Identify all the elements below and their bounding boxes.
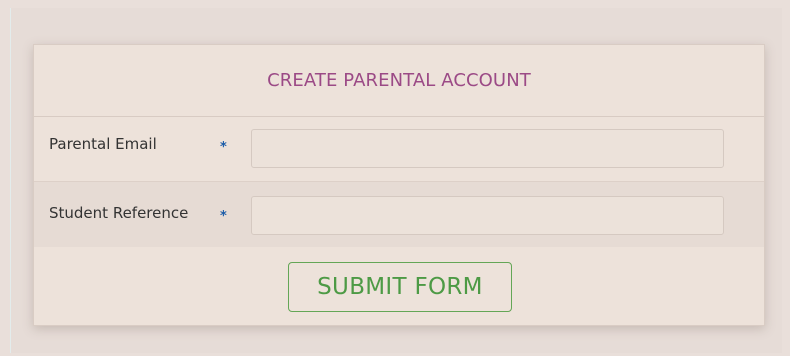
parental-email-input[interactable] <box>251 129 724 168</box>
parental-email-label: Parental Email <box>49 135 157 153</box>
student-reference-input[interactable] <box>251 196 724 235</box>
student-reference-label: Student Reference <box>49 204 189 222</box>
panel-title: CREATE PARENTAL ACCOUNT <box>267 70 531 91</box>
page-background: CREATE PARENTAL ACCOUNT Parental Email *… <box>0 0 790 356</box>
submit-form-button[interactable]: SUBMIT FORM <box>288 262 512 312</box>
parental-email-row: Parental Email * <box>34 117 764 182</box>
required-marker-icon: * <box>220 140 227 155</box>
panel-header: CREATE PARENTAL ACCOUNT <box>34 45 764 117</box>
create-parental-account-panel: CREATE PARENTAL ACCOUNT Parental Email *… <box>33 44 765 326</box>
submit-area: SUBMIT FORM <box>34 247 764 325</box>
student-reference-row: Student Reference * <box>34 182 764 247</box>
required-marker-icon: * <box>220 209 227 224</box>
